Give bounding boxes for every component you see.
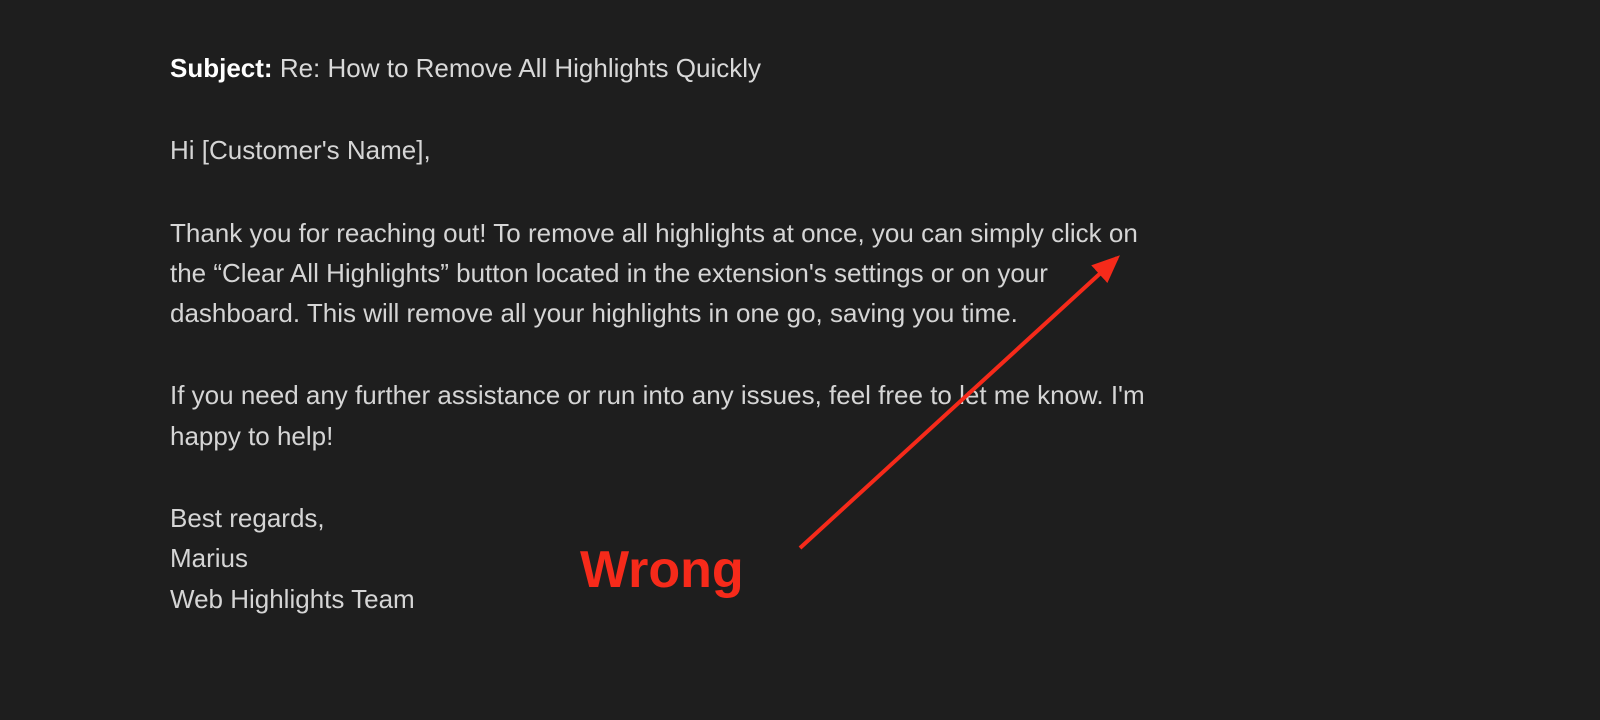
greeting: Hi [Customer's Name], xyxy=(170,130,1170,170)
signature-team: Web Highlights Team xyxy=(170,579,1170,619)
signature-name: Marius xyxy=(170,538,1170,578)
subject-line: Subject: Re: How to Remove All Highlight… xyxy=(170,48,1430,88)
email-content: Subject: Re: How to Remove All Highlight… xyxy=(170,48,1430,619)
subject-text: Re: How to Remove All Highlights Quickly xyxy=(280,53,761,83)
paragraph-1: Thank you for reaching out! To remove al… xyxy=(170,213,1170,334)
closing: Best regards, xyxy=(170,498,1170,538)
email-body: Hi [Customer's Name], Thank you for reac… xyxy=(170,130,1430,619)
paragraph-2: If you need any further assistance or ru… xyxy=(170,375,1170,456)
subject-label: Subject: xyxy=(170,53,273,83)
